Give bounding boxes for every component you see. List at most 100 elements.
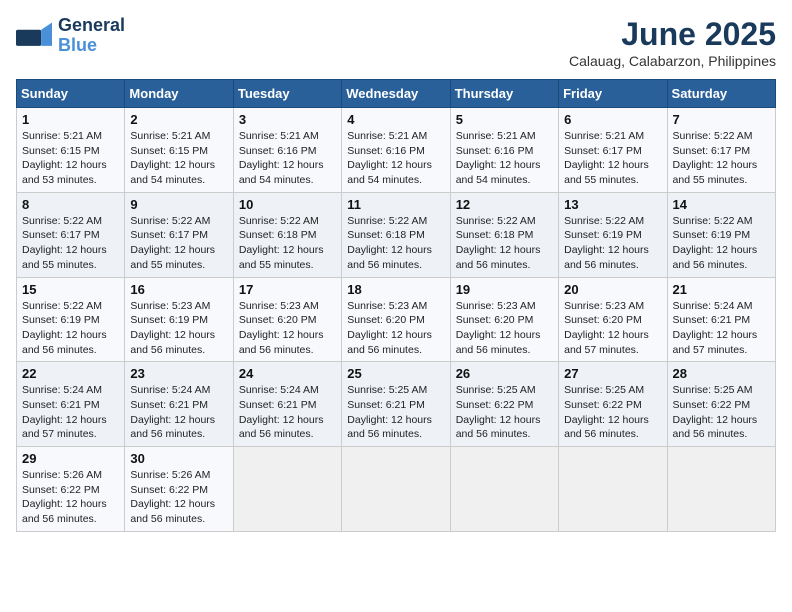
header-wednesday: Wednesday [342,80,450,108]
day-number: 5 [456,112,553,127]
calendar-day-30: 30 Sunrise: 5:26 AM Sunset: 6:22 PM Dayl… [125,447,233,532]
day-info: Sunrise: 5:22 AM Sunset: 6:17 PM Dayligh… [673,129,770,188]
day-info: Sunrise: 5:23 AM Sunset: 6:19 PM Dayligh… [130,299,227,358]
day-number: 13 [564,197,661,212]
day-number: 6 [564,112,661,127]
page-header: General Blue June 2025 Calauag, Calabarz… [16,16,776,69]
logo-icon [16,22,52,50]
calendar-table: Sunday Monday Tuesday Wednesday Thursday… [16,79,776,532]
calendar-day-17: 17 Sunrise: 5:23 AM Sunset: 6:20 PM Dayl… [233,277,341,362]
day-info: Sunrise: 5:21 AM Sunset: 6:15 PM Dayligh… [130,129,227,188]
empty-cell [559,447,667,532]
day-info: Sunrise: 5:22 AM Sunset: 6:18 PM Dayligh… [239,214,336,273]
calendar-day-7: 7 Sunrise: 5:22 AM Sunset: 6:17 PM Dayli… [667,108,775,193]
month-title: June 2025 [569,16,776,53]
day-number: 9 [130,197,227,212]
day-info: Sunrise: 5:21 AM Sunset: 6:16 PM Dayligh… [347,129,444,188]
calendar-day-5: 5 Sunrise: 5:21 AM Sunset: 6:16 PM Dayli… [450,108,558,193]
day-number: 15 [22,282,119,297]
header-saturday: Saturday [667,80,775,108]
empty-cell [667,447,775,532]
calendar-day-24: 24 Sunrise: 5:24 AM Sunset: 6:21 PM Dayl… [233,362,341,447]
calendar-week-5: 29 Sunrise: 5:26 AM Sunset: 6:22 PM Dayl… [17,447,776,532]
day-info: Sunrise: 5:22 AM Sunset: 6:19 PM Dayligh… [564,214,661,273]
calendar-day-22: 22 Sunrise: 5:24 AM Sunset: 6:21 PM Dayl… [17,362,125,447]
day-info: Sunrise: 5:25 AM Sunset: 6:22 PM Dayligh… [564,383,661,442]
day-number: 27 [564,366,661,381]
header-tuesday: Tuesday [233,80,341,108]
calendar-day-13: 13 Sunrise: 5:22 AM Sunset: 6:19 PM Dayl… [559,192,667,277]
day-info: Sunrise: 5:25 AM Sunset: 6:21 PM Dayligh… [347,383,444,442]
calendar-header-row: Sunday Monday Tuesday Wednesday Thursday… [17,80,776,108]
day-number: 26 [456,366,553,381]
calendar-day-27: 27 Sunrise: 5:25 AM Sunset: 6:22 PM Dayl… [559,362,667,447]
header-thursday: Thursday [450,80,558,108]
day-info: Sunrise: 5:22 AM Sunset: 6:17 PM Dayligh… [22,214,119,273]
day-info: Sunrise: 5:25 AM Sunset: 6:22 PM Dayligh… [673,383,770,442]
day-number: 19 [456,282,553,297]
calendar-day-8: 8 Sunrise: 5:22 AM Sunset: 6:17 PM Dayli… [17,192,125,277]
calendar-day-28: 28 Sunrise: 5:25 AM Sunset: 6:22 PM Dayl… [667,362,775,447]
header-monday: Monday [125,80,233,108]
day-number: 8 [22,197,119,212]
day-number: 28 [673,366,770,381]
calendar-week-3: 15 Sunrise: 5:22 AM Sunset: 6:19 PM Dayl… [17,277,776,362]
day-number: 1 [22,112,119,127]
day-number: 11 [347,197,444,212]
day-info: Sunrise: 5:24 AM Sunset: 6:21 PM Dayligh… [130,383,227,442]
day-number: 16 [130,282,227,297]
calendar-day-19: 19 Sunrise: 5:23 AM Sunset: 6:20 PM Dayl… [450,277,558,362]
day-number: 14 [673,197,770,212]
day-info: Sunrise: 5:22 AM Sunset: 6:18 PM Dayligh… [456,214,553,273]
title-block: June 2025 Calauag, Calabarzon, Philippin… [569,16,776,69]
header-sunday: Sunday [17,80,125,108]
day-info: Sunrise: 5:24 AM Sunset: 6:21 PM Dayligh… [22,383,119,442]
day-number: 20 [564,282,661,297]
day-info: Sunrise: 5:22 AM Sunset: 6:18 PM Dayligh… [347,214,444,273]
day-number: 30 [130,451,227,466]
calendar-day-18: 18 Sunrise: 5:23 AM Sunset: 6:20 PM Dayl… [342,277,450,362]
calendar-day-9: 9 Sunrise: 5:22 AM Sunset: 6:17 PM Dayli… [125,192,233,277]
calendar-week-1: 1 Sunrise: 5:21 AM Sunset: 6:15 PM Dayli… [17,108,776,193]
day-info: Sunrise: 5:22 AM Sunset: 6:19 PM Dayligh… [22,299,119,358]
day-info: Sunrise: 5:23 AM Sunset: 6:20 PM Dayligh… [456,299,553,358]
day-number: 4 [347,112,444,127]
calendar-day-11: 11 Sunrise: 5:22 AM Sunset: 6:18 PM Dayl… [342,192,450,277]
location-title: Calauag, Calabarzon, Philippines [569,53,776,69]
calendar-day-2: 2 Sunrise: 5:21 AM Sunset: 6:15 PM Dayli… [125,108,233,193]
calendar-day-29: 29 Sunrise: 5:26 AM Sunset: 6:22 PM Dayl… [17,447,125,532]
day-number: 2 [130,112,227,127]
calendar-day-26: 26 Sunrise: 5:25 AM Sunset: 6:22 PM Dayl… [450,362,558,447]
day-info: Sunrise: 5:21 AM Sunset: 6:16 PM Dayligh… [456,129,553,188]
empty-cell [233,447,341,532]
day-info: Sunrise: 5:23 AM Sunset: 6:20 PM Dayligh… [564,299,661,358]
day-info: Sunrise: 5:26 AM Sunset: 6:22 PM Dayligh… [22,468,119,527]
logo-text: General Blue [58,16,125,56]
day-number: 21 [673,282,770,297]
calendar-day-20: 20 Sunrise: 5:23 AM Sunset: 6:20 PM Dayl… [559,277,667,362]
calendar-day-4: 4 Sunrise: 5:21 AM Sunset: 6:16 PM Dayli… [342,108,450,193]
calendar-day-6: 6 Sunrise: 5:21 AM Sunset: 6:17 PM Dayli… [559,108,667,193]
day-number: 25 [347,366,444,381]
empty-cell [450,447,558,532]
day-info: Sunrise: 5:22 AM Sunset: 6:17 PM Dayligh… [130,214,227,273]
day-info: Sunrise: 5:24 AM Sunset: 6:21 PM Dayligh… [239,383,336,442]
calendar-day-14: 14 Sunrise: 5:22 AM Sunset: 6:19 PM Dayl… [667,192,775,277]
day-number: 29 [22,451,119,466]
logo: General Blue [16,16,125,56]
day-number: 17 [239,282,336,297]
day-number: 10 [239,197,336,212]
day-info: Sunrise: 5:24 AM Sunset: 6:21 PM Dayligh… [673,299,770,358]
day-info: Sunrise: 5:21 AM Sunset: 6:16 PM Dayligh… [239,129,336,188]
calendar-day-3: 3 Sunrise: 5:21 AM Sunset: 6:16 PM Dayli… [233,108,341,193]
day-number: 3 [239,112,336,127]
calendar-day-21: 21 Sunrise: 5:24 AM Sunset: 6:21 PM Dayl… [667,277,775,362]
empty-cell [342,447,450,532]
day-info: Sunrise: 5:25 AM Sunset: 6:22 PM Dayligh… [456,383,553,442]
calendar-week-2: 8 Sunrise: 5:22 AM Sunset: 6:17 PM Dayli… [17,192,776,277]
calendar-day-25: 25 Sunrise: 5:25 AM Sunset: 6:21 PM Dayl… [342,362,450,447]
calendar-day-15: 15 Sunrise: 5:22 AM Sunset: 6:19 PM Dayl… [17,277,125,362]
header-friday: Friday [559,80,667,108]
day-number: 12 [456,197,553,212]
calendar-week-4: 22 Sunrise: 5:24 AM Sunset: 6:21 PM Dayl… [17,362,776,447]
